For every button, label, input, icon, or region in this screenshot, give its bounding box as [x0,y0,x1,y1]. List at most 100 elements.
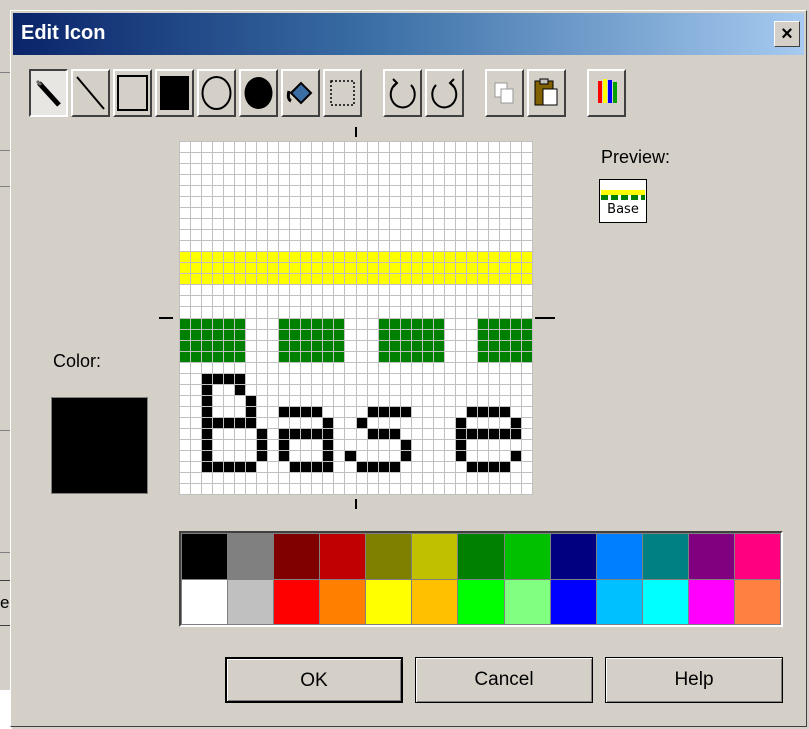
pixel-cell[interactable] [323,373,334,384]
pixel-cell[interactable] [521,230,532,241]
pixel-cell[interactable] [488,285,499,296]
pixel-cell[interactable] [180,296,191,307]
pixel-cell[interactable] [433,362,444,373]
pixel-cell[interactable] [334,142,345,153]
pixel-cell[interactable] [510,461,521,472]
palette-swatch[interactable] [688,579,734,624]
pixel-cell[interactable] [213,450,224,461]
pixel-cell[interactable] [180,373,191,384]
pixel-cell[interactable] [455,263,466,274]
palette-swatch[interactable] [274,579,320,624]
pixel-cell[interactable] [477,307,488,318]
pixel-cell[interactable] [356,307,367,318]
pixel-cell[interactable] [345,329,356,340]
pixel-cell[interactable] [367,362,378,373]
pixel-cell[interactable] [268,241,279,252]
pixel-cell[interactable] [323,175,334,186]
pixel-cell[interactable] [202,219,213,230]
pixel-cell[interactable] [400,395,411,406]
pixel-cell[interactable] [202,197,213,208]
pixel-cell[interactable] [422,439,433,450]
pixel-cell[interactable] [389,241,400,252]
pixel-cell[interactable] [389,175,400,186]
pixel-cell[interactable] [268,252,279,263]
pixel-cell[interactable] [246,428,257,439]
pixel-cell[interactable] [224,197,235,208]
pixel-cell[interactable] [422,252,433,263]
pixel-cell[interactable] [444,219,455,230]
undo-tool[interactable] [383,69,422,117]
pixel-cell[interactable] [202,395,213,406]
pixel-cell[interactable] [268,373,279,384]
pixel-cell[interactable] [367,296,378,307]
pixel-cell[interactable] [235,186,246,197]
pixel-cell[interactable] [400,373,411,384]
pixel-cell[interactable] [510,219,521,230]
pixel-cell[interactable] [488,351,499,362]
pixel-cell[interactable] [488,142,499,153]
pixel-cell[interactable] [378,296,389,307]
pixel-cell[interactable] [356,417,367,428]
pixel-cell[interactable] [334,153,345,164]
pixel-cell[interactable] [444,384,455,395]
pixel-cell[interactable] [510,362,521,373]
pixel-cell[interactable] [466,483,477,494]
pixel-cell[interactable] [356,450,367,461]
pixel-cell[interactable] [455,406,466,417]
pixel-cell[interactable] [257,450,268,461]
pixel-cell[interactable] [488,230,499,241]
ok-button[interactable]: OK [225,657,403,703]
pixel-cell[interactable] [422,153,433,164]
pixel-cell[interactable] [290,318,301,329]
pixel-cell[interactable] [356,175,367,186]
pixel-cell[interactable] [202,483,213,494]
pixel-cell[interactable] [279,483,290,494]
pixel-cell[interactable] [301,230,312,241]
pixel-cell[interactable] [235,340,246,351]
pixel-cell[interactable] [510,406,521,417]
pixel-cell[interactable] [400,219,411,230]
pixel-cell[interactable] [499,472,510,483]
pixel-cell[interactable] [345,274,356,285]
pixel-cell[interactable] [257,252,268,263]
pixel-cell[interactable] [191,208,202,219]
pixel-cell[interactable] [389,230,400,241]
pixel-cell[interactable] [202,439,213,450]
pixel-cell[interactable] [422,450,433,461]
pixel-cell[interactable] [499,219,510,230]
pixel-cell[interactable] [477,263,488,274]
pixel-cell[interactable] [455,285,466,296]
pixel-cell[interactable] [345,296,356,307]
pixel-cell[interactable] [202,263,213,274]
pixel-cell[interactable] [477,186,488,197]
pixel-cell[interactable] [433,241,444,252]
pixel-cell[interactable] [246,263,257,274]
pixel-cell[interactable] [411,164,422,175]
palette-swatch[interactable] [734,534,780,579]
pixel-cell[interactable] [477,373,488,384]
pixel-cell[interactable] [455,472,466,483]
pixel-cell[interactable] [334,406,345,417]
pixel-cell[interactable] [400,153,411,164]
palette-swatch[interactable] [688,534,734,579]
palette-swatch[interactable] [458,579,504,624]
pixel-cell[interactable] [246,395,257,406]
pixel-cell[interactable] [213,219,224,230]
pixel-cell[interactable] [510,186,521,197]
pixel-cell[interactable] [334,263,345,274]
pixel-cell[interactable] [257,307,268,318]
pixel-cell[interactable] [367,186,378,197]
pixel-cell[interactable] [400,175,411,186]
pixel-cell[interactable] [235,307,246,318]
pixel-cell[interactable] [455,417,466,428]
pixel-cell[interactable] [279,384,290,395]
pixel-cell[interactable] [411,241,422,252]
pixel-cell[interactable] [444,241,455,252]
pixel-cell[interactable] [268,384,279,395]
pixel-cell[interactable] [422,362,433,373]
pixel-cell[interactable] [224,373,235,384]
pixel-cell[interactable] [301,428,312,439]
palette-swatch[interactable] [504,534,550,579]
pixel-cell[interactable] [334,362,345,373]
palette-swatch[interactable] [596,579,642,624]
